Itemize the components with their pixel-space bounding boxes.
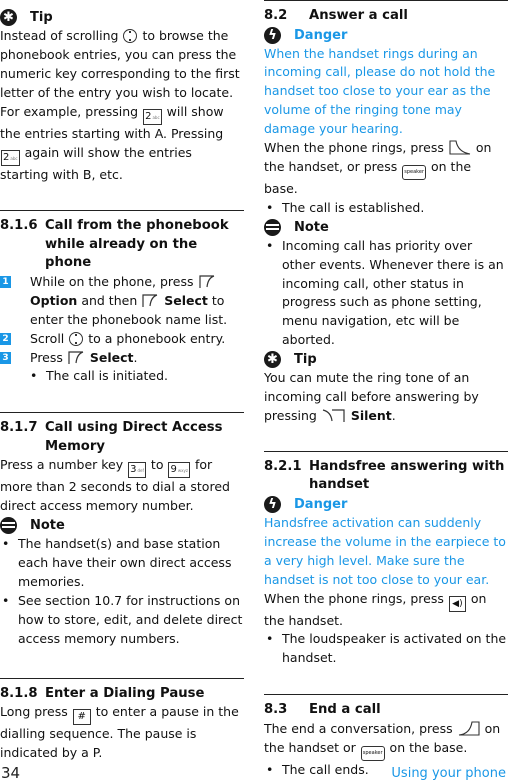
section-heading-8-1-6: 8.1.6 Call from the phonebook while alre… [0, 218, 229, 271]
handsfree-text: When the phone rings, press ◀) on the ha… [264, 590, 487, 628]
note-callout: Note [264, 218, 508, 237]
section-heading-8-2-1: 8.2.1 Handsfree answering with handset [264, 458, 505, 493]
scroll-nav-key-icon [123, 29, 138, 43]
answer-call-text: When the phone rings, press on the hands… [264, 140, 492, 196]
handsfree-key-icon: ◀) [448, 595, 466, 612]
section-heading-8-1-7: 8.1.7 Call using Direct Access Memory [0, 420, 223, 454]
page-number: 34 [1, 764, 21, 782]
step-1: 1 While on the phone, press Option and t… [0, 273, 244, 330]
key-hash-icon: # [72, 709, 91, 726]
scroll-nav-key-icon [69, 331, 84, 346]
key-2-icon: 2abc [1, 149, 20, 166]
list-item: The handset(s) and base station each hav… [0, 535, 244, 592]
end-key-icon [458, 721, 480, 736]
left-column: ✱ Tip Instead of scrolling to browse the… [0, 0, 244, 763]
tip-text: You can mute the ring tone of an incomin… [264, 370, 479, 423]
section-heading-8-2: 8.2 Answer a call [264, 8, 408, 23]
step-number-badge: 2 [0, 332, 11, 345]
section-heading-8-3: 8.3 End a call [264, 702, 381, 718]
talk-key-icon [449, 140, 470, 155]
list-item: The call is established. [264, 199, 508, 218]
list-item: Incoming call has priority over other ev… [264, 237, 508, 350]
tip-label: Tip [30, 10, 53, 25]
key-3-icon: 3def [128, 462, 146, 479]
section-heading-8-1-8: 8.1.8 Enter a Dialing Pause [0, 685, 205, 701]
key-9-icon: 9wxyz [168, 462, 190, 479]
tip-callout: ✱ Tip [264, 350, 508, 369]
step-2: 2 Scroll to a phonebook entry. [0, 330, 244, 349]
speaker-key-icon: speaker [402, 164, 427, 180]
list-item: The call is initiated. [28, 367, 244, 386]
step-number-badge: 3 [0, 351, 11, 364]
note-bullet-list: The handset(s) and base station each hav… [0, 535, 244, 648]
danger-lightning-icon: ϟ [264, 495, 281, 513]
right-column: 8.2 Answer a call ϟ Danger When the hand… [264, 0, 508, 780]
tip-text: Instead of scrolling to browse the phone… [0, 28, 240, 182]
right-softkey-icon [322, 409, 345, 422]
danger-callout: ϟ Danger [264, 495, 508, 514]
note-bullet-list: Incoming call has priority over other ev… [264, 237, 508, 350]
key-2-icon: 2abc [143, 108, 162, 125]
danger-text: Handsfree activation can suddenly increa… [264, 514, 506, 587]
danger-text: When the handset rings during an incomin… [264, 45, 496, 137]
left-softkey-icon [198, 275, 214, 288]
danger-callout: ϟ Danger [264, 26, 508, 45]
note-callout: Note [0, 516, 244, 535]
tip-callout: ✱ Tip [0, 8, 244, 27]
bullet-list: The call is initiated. [0, 367, 244, 386]
bullet-list: The call is established. [264, 199, 508, 218]
step-3: 3 Press Select. [0, 349, 244, 368]
step-number-badge: 1 [0, 275, 11, 288]
danger-lightning-icon: ϟ [264, 26, 281, 44]
list-item: See section 10.7 for instructions on how… [0, 592, 244, 649]
bullet-list: The loudspeaker is activated on the hand… [264, 630, 508, 668]
list-item: The loudspeaker is activated on the hand… [264, 630, 508, 668]
end-call-text: The end a conversation, press on the han… [264, 720, 508, 761]
direct-access-text: Press a number key 3def to 9wxyz for mor… [0, 457, 230, 514]
footer-section-title: Using your phone [391, 766, 506, 781]
note-icon [0, 517, 17, 535]
note-icon [264, 218, 281, 236]
left-softkey-icon [68, 350, 84, 364]
tip-asterisk-icon: ✱ [0, 9, 17, 26]
speaker-key-icon: speaker [360, 745, 385, 761]
left-softkey-icon [142, 294, 158, 307]
tip-asterisk-icon: ✱ [264, 351, 281, 369]
dialing-pause-text: Long press # to enter a pause in the dia… [0, 704, 239, 761]
